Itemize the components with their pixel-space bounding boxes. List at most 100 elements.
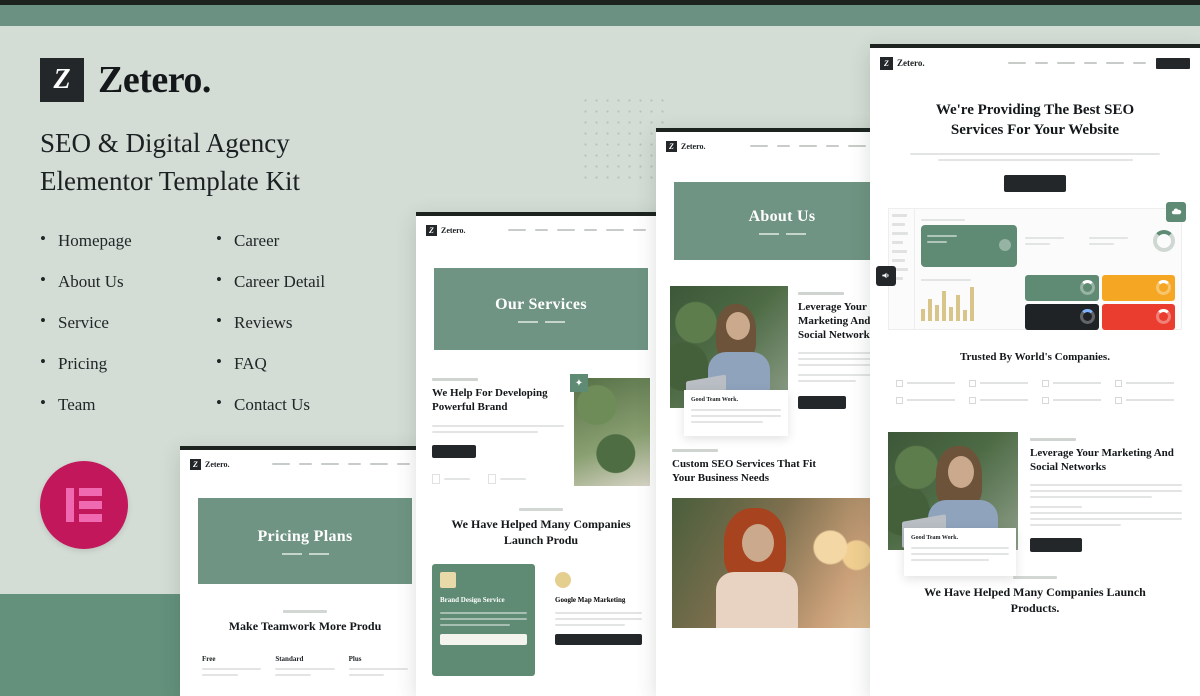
stat-item bbox=[488, 473, 526, 484]
mockup-navbar[interactable]: Z Zetero. bbox=[180, 450, 430, 478]
nav-link[interactable] bbox=[777, 144, 790, 148]
pricing-column[interactable]: Standard bbox=[275, 654, 335, 680]
brand-logo-badge: Z bbox=[426, 224, 437, 236]
nav-link[interactable] bbox=[508, 228, 526, 232]
nav-link[interactable] bbox=[535, 228, 548, 232]
service-card-title: Brand Design Service bbox=[440, 596, 505, 605]
mockup-our-services[interactable]: Z Zetero. Our Services We Help For Devel… bbox=[416, 212, 666, 696]
partner-logo bbox=[896, 379, 955, 387]
homepage-hero: We're Providing The Best SEO Services Fo… bbox=[870, 78, 1200, 192]
mockup-navbar[interactable]: Z Zetero. bbox=[416, 216, 666, 244]
navbar-links[interactable] bbox=[508, 228, 646, 232]
nav-link[interactable] bbox=[1106, 61, 1124, 65]
dashboard-bottom-row bbox=[921, 274, 1175, 330]
get-started-button[interactable] bbox=[1004, 174, 1066, 192]
navbar-logo[interactable]: Z Zetero. bbox=[880, 56, 925, 70]
navbar-links[interactable] bbox=[750, 144, 888, 148]
section-eyebrow bbox=[1030, 437, 1076, 441]
navbar-brand-name: Zetero. bbox=[441, 225, 466, 235]
navbar-logo[interactable]: Z Zetero. bbox=[666, 140, 706, 152]
plan-detail-line bbox=[202, 673, 238, 676]
pricing-column[interactable]: Plus bbox=[348, 655, 408, 680]
service-card-button[interactable] bbox=[440, 634, 527, 646]
plan-name: Free bbox=[202, 654, 216, 663]
mockup-navbar[interactable]: Z Zetero. bbox=[870, 48, 1200, 78]
services-hero-banner: Our Services bbox=[434, 268, 648, 350]
read-more-button[interactable] bbox=[798, 396, 846, 410]
kit-subtitle: SEO & Digital Agency Elementor Template … bbox=[40, 124, 420, 201]
nav-link[interactable] bbox=[1133, 61, 1146, 65]
brand-logo-badge: Z bbox=[880, 56, 893, 70]
donut-chart-icon bbox=[1153, 229, 1175, 252]
elementor-logo-icon bbox=[40, 461, 128, 549]
services-stats bbox=[432, 473, 564, 484]
nav-link[interactable] bbox=[397, 462, 410, 466]
nav-link[interactable] bbox=[1057, 61, 1075, 65]
metric-tile-black[interactable] bbox=[1025, 303, 1099, 330]
elementor-row bbox=[79, 501, 102, 509]
left-info-panel: Z Zetero. SEO & Digital Agency Elementor… bbox=[40, 58, 420, 436]
dashboard-stats bbox=[1025, 215, 1175, 267]
nav-link[interactable] bbox=[321, 462, 339, 466]
list-item: Career bbox=[216, 229, 396, 251]
bottom-left-green-band bbox=[0, 594, 182, 696]
nav-link[interactable] bbox=[1035, 61, 1048, 65]
services-intro-block: We Help For Developing Powerful Brand ✦ bbox=[416, 350, 666, 486]
navbar-links[interactable] bbox=[1008, 61, 1146, 65]
plan-name: Standard bbox=[275, 654, 304, 663]
navbar-cta-button[interactable] bbox=[1156, 57, 1190, 69]
pricing-column[interactable]: Free bbox=[202, 654, 262, 680]
nav-link[interactable] bbox=[299, 462, 312, 466]
dashboard-panel bbox=[888, 207, 1182, 330]
hero-title: We're Providing The Best SEO Services Fo… bbox=[935, 102, 1135, 139]
nav-link[interactable] bbox=[1084, 61, 1097, 65]
service-card-brand-design[interactable]: Brand Design Service bbox=[432, 564, 535, 677]
nav-link[interactable] bbox=[557, 228, 575, 232]
trusted-section: Trusted By World's Companies. bbox=[870, 330, 1200, 404]
mockup-pricing-plans[interactable]: Z Zetero. Pricing Plans Make Teamwork Mo… bbox=[180, 446, 430, 696]
nav-link[interactable] bbox=[584, 228, 597, 232]
read-more-button[interactable] bbox=[1030, 538, 1082, 553]
nav-link[interactable] bbox=[633, 228, 646, 232]
stat-item bbox=[432, 473, 470, 484]
list-item: Homepage bbox=[40, 229, 194, 251]
nav-link[interactable] bbox=[1008, 61, 1026, 65]
nav-link[interactable] bbox=[750, 144, 768, 148]
section-eyebrow bbox=[1013, 576, 1057, 580]
metric-tile-orange[interactable] bbox=[1101, 274, 1175, 301]
homepage-leverage-block: Good Team Work. Leverage Your Marketing … bbox=[870, 404, 1200, 576]
pricing-hero-banner: Pricing Plans bbox=[198, 498, 412, 584]
nav-link[interactable] bbox=[272, 462, 290, 466]
get-started-button[interactable] bbox=[432, 444, 476, 458]
quote-card-title: Good Team Work. bbox=[911, 534, 959, 541]
partner-logo bbox=[1115, 396, 1174, 404]
quote-card: Good Team Work. bbox=[684, 390, 788, 436]
nav-link[interactable] bbox=[848, 144, 866, 148]
pricing-section: Make Teamwork More Produ Free Standard P… bbox=[180, 584, 430, 680]
feature-lists: Homepage About Us Service Pricing Team C… bbox=[40, 229, 420, 436]
nav-link[interactable] bbox=[826, 144, 839, 148]
navbar-brand-name: Zetero. bbox=[897, 58, 925, 68]
navbar-links[interactable] bbox=[272, 462, 410, 466]
nav-link[interactable] bbox=[606, 228, 624, 232]
metric-tile-red[interactable] bbox=[1101, 303, 1175, 330]
dashboard-top-row bbox=[921, 215, 1175, 267]
service-card-button[interactable] bbox=[555, 634, 642, 646]
list-item: Career Detail bbox=[216, 270, 396, 292]
metric-tile-green[interactable] bbox=[1025, 274, 1099, 301]
mockup-homepage[interactable]: Z Zetero. We're Providing The Best SEO S… bbox=[870, 44, 1200, 696]
service-card-google-map[interactable]: Google Map Marketing bbox=[547, 564, 650, 677]
quote-card-title: Good Team Work. bbox=[691, 397, 739, 403]
breadcrumb bbox=[517, 320, 565, 323]
leverage-text: Leverage Your Marketing And Social Netwo… bbox=[1030, 432, 1182, 553]
nav-link[interactable] bbox=[348, 462, 361, 466]
nav-link[interactable] bbox=[370, 462, 388, 466]
navbar-logo[interactable]: Z Zetero. bbox=[190, 458, 230, 470]
service-cards: Brand Design Service Google Map Marketin… bbox=[432, 564, 650, 677]
nav-link[interactable] bbox=[799, 144, 817, 148]
list-item: Contact Us bbox=[216, 393, 396, 415]
navbar-logo[interactable]: Z Zetero. bbox=[426, 224, 466, 236]
leverage-photo-wrap: Good Team Work. bbox=[888, 431, 1018, 576]
trusted-title: Trusted By World's Companies. bbox=[960, 350, 1110, 363]
dashboard-main bbox=[915, 209, 1181, 330]
